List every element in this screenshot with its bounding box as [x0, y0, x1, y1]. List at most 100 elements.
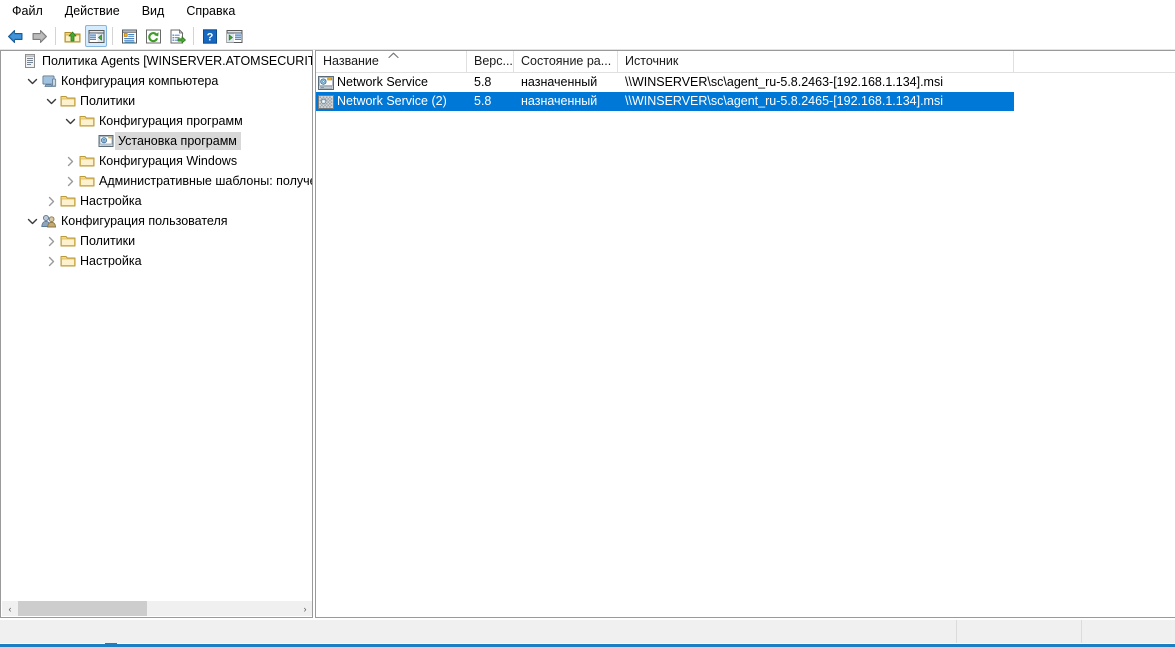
folder-up-icon — [64, 29, 81, 44]
tree-horizontal-scrollbar[interactable]: ‹ › — [2, 601, 313, 616]
toolbar: ? — [0, 23, 1175, 50]
scroll-right-arrow-icon[interactable]: › — [297, 601, 313, 616]
tree-item-label: Административные шаблоны: получены — [96, 172, 312, 190]
column-header-name[interactable]: Название — [316, 51, 467, 72]
chevron-right-icon[interactable] — [43, 233, 59, 249]
cell-version: 5.8 — [467, 92, 514, 111]
tree-item-label: Установка программ — [115, 132, 241, 150]
computer-icon — [40, 73, 58, 89]
folder-icon — [78, 113, 96, 129]
up-one-level-button[interactable] — [61, 25, 83, 47]
tree-item-computer-preferences[interactable]: Настройка — [1, 191, 312, 211]
tree-item-label: Настройка — [77, 252, 146, 270]
question-mark-icon: ? — [202, 29, 218, 44]
folder-icon — [78, 173, 96, 189]
table-row[interactable]: Network Service 5.8назначенный\\WINSERVER… — [316, 73, 1014, 92]
column-header-label: Название — [323, 54, 379, 68]
tree-item-software-installation[interactable]: Установка программ — [1, 131, 312, 151]
console-tree: Политика Agents [WINSERVER.ATOMSECURITY.… — [1, 51, 312, 601]
export-list-icon — [169, 29, 186, 44]
tree-item-label: Политика Agents [WINSERVER.ATOMSECURITY.… — [39, 52, 312, 70]
list-rows: Network Service 5.8назначенный\\WINSERVER… — [316, 73, 1175, 111]
tree-item-user-preferences[interactable]: Настройка — [1, 251, 312, 271]
users-icon — [40, 213, 58, 229]
result-list-pane: Название Верс... Состояние ра... Источник N… — [315, 50, 1175, 618]
arrow-right-icon — [31, 29, 48, 44]
cell-version: 5.8 — [467, 73, 514, 92]
tree-item-software-settings[interactable]: Конфигурация программ — [1, 111, 312, 131]
status-bar — [0, 620, 1175, 643]
cell-source: \\WINSERVER\sc\agent_ru-5.8.2463-[192.16… — [618, 73, 1014, 92]
tree-item-computer-policies[interactable]: Политики — [1, 91, 312, 111]
chevron-down-icon[interactable] — [62, 113, 78, 129]
cell-deployment-state: назначенный — [514, 92, 618, 111]
column-header-label: Источник — [625, 54, 678, 68]
twisty-placeholder — [81, 133, 97, 149]
forward-button[interactable] — [28, 25, 50, 47]
show-hide-console-tree-button[interactable] — [85, 25, 107, 47]
chevron-right-icon[interactable] — [62, 173, 78, 189]
msi-package-icon — [318, 94, 334, 110]
tree-item-windows-settings[interactable]: Конфигурация Windows — [1, 151, 312, 171]
tree-item-policy-root[interactable]: Политика Agents [WINSERVER.ATOMSECURITY.… — [1, 51, 312, 71]
tree-hscroll-thumb[interactable] — [18, 601, 147, 616]
menu-file[interactable]: Файл — [1, 1, 54, 22]
tree-item-label: Политики — [77, 232, 139, 250]
gpo-editor-window: Файл Действие Вид Справка — [0, 0, 1175, 647]
arrow-left-icon — [7, 29, 24, 44]
column-header-label: Состояние ра... — [521, 54, 611, 68]
tree-item-user-policies[interactable]: Политики — [1, 231, 312, 251]
chevron-down-icon[interactable] — [24, 213, 40, 229]
menu-help[interactable]: Справка — [175, 1, 246, 22]
show-action-pane-button[interactable] — [223, 25, 245, 47]
tree-item-label: Конфигурация программ — [96, 112, 247, 130]
tree-item-user-configuration[interactable]: Конфигурация пользователя — [1, 211, 312, 231]
cell-name: Network Service — [316, 73, 467, 92]
tree-item-label: Конфигурация компьютера — [58, 72, 222, 90]
properties-button[interactable] — [118, 25, 140, 47]
status-pane-main — [0, 620, 957, 643]
menu-view[interactable]: Вид — [131, 1, 176, 22]
table-row[interactable]: Network Service (2) 5.8назначенный\\WINSE… — [316, 92, 1014, 111]
folder-icon — [59, 93, 77, 109]
properties-icon — [121, 29, 138, 44]
folder-icon — [78, 153, 96, 169]
column-header-source[interactable]: Источник — [618, 51, 1014, 72]
tree-hscroll-track[interactable] — [18, 601, 297, 616]
twisty-placeholder — [5, 53, 21, 69]
console-tree-icon — [88, 29, 105, 44]
cell-deployment-state: назначенный — [514, 73, 618, 92]
back-button[interactable] — [4, 25, 26, 47]
tree-item-label: Конфигурация Windows — [96, 152, 241, 170]
column-header-label: Верс... — [474, 54, 513, 68]
chevron-right-icon[interactable] — [62, 153, 78, 169]
help-button[interactable]: ? — [199, 25, 221, 47]
tree-item-computer-configuration[interactable]: Конфигурация компьютера — [1, 71, 312, 91]
status-pane-tertiary — [1082, 620, 1175, 643]
folder-icon — [59, 193, 77, 209]
console-tree-pane: Политика Agents [WINSERVER.ATOMSECURITY.… — [0, 50, 313, 618]
chevron-down-icon[interactable] — [43, 93, 59, 109]
cell-source: \\WINSERVER\sc\agent_ru-5.8.2465-[192.16… — [618, 92, 1014, 111]
menu-action[interactable]: Действие — [54, 1, 131, 22]
menu-bar: Файл Действие Вид Справка — [0, 0, 1175, 23]
scroll-left-arrow-icon[interactable]: ‹ — [2, 601, 18, 616]
refresh-button[interactable] — [142, 25, 164, 47]
tree-item-label: Конфигурация пользователя — [58, 212, 232, 230]
tree-item-administrative-templates[interactable]: Административные шаблоны: получены — [1, 171, 312, 191]
cell-name: Network Service (2) — [316, 92, 467, 111]
folder-icon — [59, 253, 77, 269]
svg-text:?: ? — [207, 31, 214, 43]
list-column-headers: Название Верс... Состояние ра... Источник — [316, 51, 1175, 73]
chevron-right-icon[interactable] — [43, 193, 59, 209]
chevron-down-icon[interactable] — [24, 73, 40, 89]
taskbar-active-indicator — [105, 643, 117, 647]
column-header-deployment-state[interactable]: Состояние ра... — [514, 51, 618, 72]
column-header-version[interactable]: Верс... — [467, 51, 514, 72]
chevron-right-icon[interactable] — [43, 253, 59, 269]
package-name: Network Service (2) — [334, 92, 447, 111]
folder-icon — [59, 233, 77, 249]
sort-ascending-icon — [388, 52, 399, 61]
package-name: Network Service — [334, 73, 428, 92]
export-list-button[interactable] — [166, 25, 188, 47]
